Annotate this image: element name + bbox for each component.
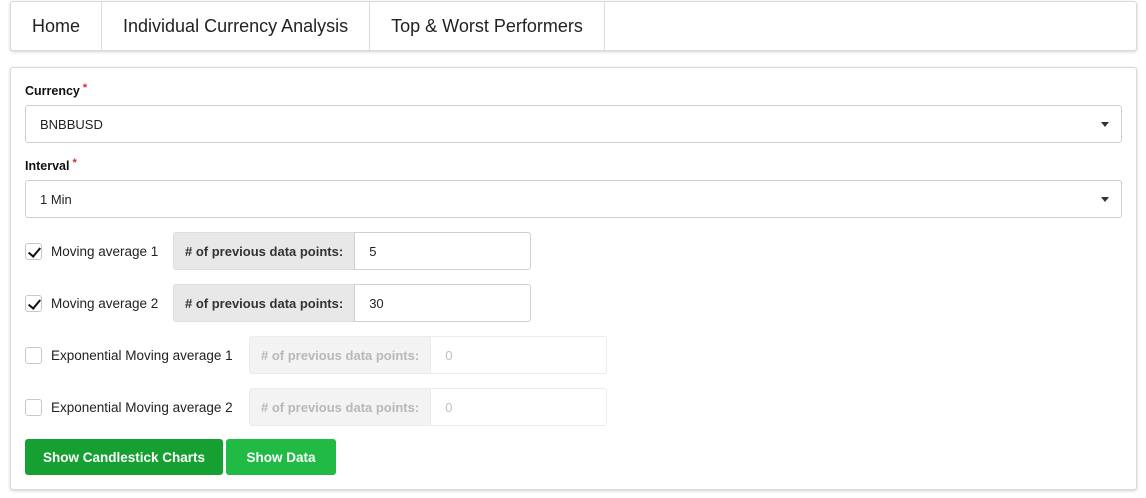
analysis-form: Currency * BNBBUSD Interval * 1 Min Moving… (10, 67, 1137, 490)
nav-top-worst-performers[interactable]: Top & Worst Performers (370, 2, 605, 50)
required-mark: * (72, 157, 77, 169)
points-label: # of previous data points: (249, 388, 431, 426)
exp-moving-average-1-row: Exponential Moving average 1 (25, 336, 233, 374)
currency-select-value: BNBBUSD (40, 116, 103, 132)
exp-moving-average-2-points-input[interactable]: 0 (430, 388, 608, 426)
nav-individual-currency-analysis[interactable]: Individual Currency Analysis (102, 2, 371, 50)
moving-average-1-points: # of previous data points: 5 (173, 232, 532, 270)
interval-select[interactable]: 1 Min (25, 180, 1122, 218)
moving-average-1-row: Moving average 1 (25, 232, 158, 270)
show-candlestick-charts-button[interactable]: Show Candlestick Charts (25, 439, 223, 475)
exp-moving-average-2-points: # of previous data points: 0 (249, 388, 608, 426)
moving-average-2-points: # of previous data points: 30 (173, 284, 532, 322)
moving-average-1-checkbox[interactable] (25, 242, 42, 260)
exp-moving-average-1-points: # of previous data points: 0 (249, 336, 608, 374)
chevron-down-icon (1101, 197, 1109, 202)
chevron-down-icon (1101, 122, 1109, 127)
moving-average-2-label: Moving average 2 (51, 295, 159, 311)
required-mark: * (82, 82, 88, 94)
moving-average-2-row: Moving average 2 (25, 284, 158, 322)
moving-average-1-points-input[interactable]: 5 (354, 232, 532, 270)
exp-moving-average-1-points-input[interactable]: 0 (430, 336, 608, 374)
top-nav: Home Individual Currency Analysis Top & … (10, 1, 1137, 51)
exp-moving-average-2-label: Exponential Moving average 2 (51, 399, 233, 415)
moving-average-1-label: Moving average 1 (51, 243, 159, 259)
exp-moving-average-1-label: Exponential Moving average 1 (51, 347, 233, 363)
currency-select[interactable]: BNBBUSD (25, 105, 1122, 143)
nav-home[interactable]: Home (11, 2, 103, 50)
interval-label-text: Interval (25, 159, 70, 173)
currency-label-text: Currency (25, 84, 80, 98)
show-data-button[interactable]: Show Data (226, 439, 336, 475)
exp-moving-average-2-row: Exponential Moving average 2 (25, 388, 233, 426)
moving-average-2-points-input[interactable]: 30 (354, 284, 532, 322)
interval-select-value: 1 Min (40, 191, 72, 207)
points-label: # of previous data points: (249, 336, 431, 374)
exp-moving-average-2-checkbox[interactable] (25, 398, 42, 416)
currency-label: Currency * (25, 82, 88, 98)
interval-label: Interval * (25, 157, 77, 173)
points-label: # of previous data points: (173, 284, 355, 322)
exp-moving-average-1-checkbox[interactable] (25, 346, 42, 364)
moving-average-2-checkbox[interactable] (25, 294, 42, 312)
points-label: # of previous data points: (173, 232, 355, 270)
